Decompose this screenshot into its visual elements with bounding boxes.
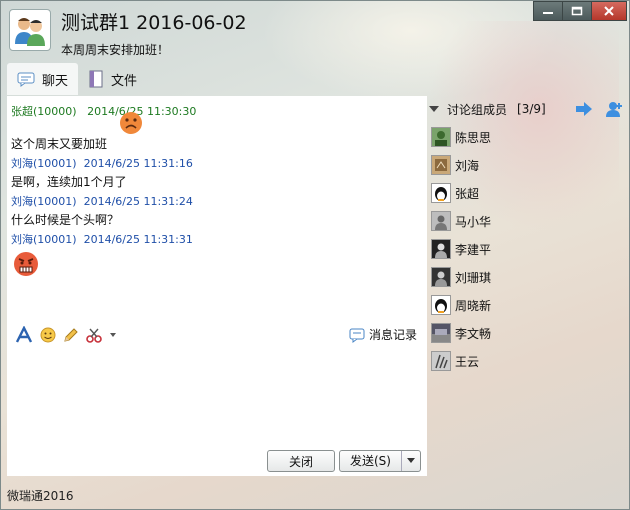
- avatar: [431, 351, 451, 371]
- message-sender: 刘海(10001): [11, 233, 77, 246]
- avatar: [431, 211, 451, 231]
- status-bar-app-name: 微瑞通2016: [7, 489, 74, 503]
- group-people-icon: [15, 18, 45, 46]
- angry-face-icon: [14, 252, 38, 276]
- chat-panel: 张超(10000) 2014/6/25 11:30:30 这个周末又要加班 刘海…: [7, 96, 427, 476]
- member-item[interactable]: 李建平: [431, 235, 491, 263]
- add-member-icon[interactable]: [605, 101, 623, 117]
- message-time: 2014/6/25 11:31:31: [83, 233, 193, 246]
- message-header: 刘海(10001) 2014/6/25 11:31:16: [11, 154, 423, 173]
- message-history[interactable]: 张超(10000) 2014/6/25 11:30:30 这个周末又要加班 刘海…: [11, 102, 423, 302]
- message-time: 2014/6/25 11:31:16: [83, 157, 193, 170]
- tab-files[interactable]: 文件: [78, 63, 147, 95]
- avatar: [431, 239, 451, 259]
- avatar-image: [435, 159, 447, 171]
- avatar-image: [435, 243, 447, 258]
- action-buttons: 关闭 发送(S): [267, 450, 421, 472]
- members-heading: 讨论组成员: [447, 102, 508, 117]
- message-sender: 张超(10000): [11, 105, 77, 118]
- member-item[interactable]: 马小华: [431, 207, 491, 235]
- avatar-image: [435, 215, 447, 230]
- pencil-icon[interactable]: [63, 327, 79, 343]
- font-icon[interactable]: [15, 326, 33, 344]
- member-name: 陈思思: [455, 130, 492, 145]
- member-name: 刘海: [455, 158, 480, 173]
- tab-chat[interactable]: 聊天: [7, 63, 79, 95]
- message-history-label: 消息记录: [368, 328, 417, 342]
- member-item[interactable]: 李文畅: [431, 319, 491, 347]
- member-name: 周晓新: [455, 298, 492, 313]
- member-item[interactable]: 刘珊琪: [431, 263, 491, 291]
- member-name: 马小华: [455, 214, 492, 229]
- member-name: 王云: [455, 354, 480, 369]
- message-time: 2014/6/25 11:31:24: [83, 195, 193, 208]
- chevron-down-icon[interactable]: [109, 331, 117, 339]
- avatar: [431, 127, 451, 147]
- window-controls: [533, 1, 627, 21]
- avatar: [431, 295, 451, 315]
- group-avatar[interactable]: [9, 9, 51, 51]
- member-name: 张超: [455, 186, 480, 201]
- collapse-arrow-icon[interactable]: [429, 105, 439, 113]
- member-item[interactable]: 陈思思: [431, 123, 491, 151]
- member-name: 李建平: [455, 242, 492, 257]
- message-text: 这个周末又要加班: [11, 137, 108, 151]
- send-options-dropdown[interactable]: [402, 458, 420, 464]
- member-item[interactable]: 王云: [431, 347, 491, 375]
- message-sender: 刘海(10001): [11, 157, 77, 170]
- maximize-button[interactable]: [562, 1, 592, 21]
- chat-icon: [17, 72, 35, 87]
- member-list: 陈思思 刘海 张超 马小华 李建平 刘珊琪 周晓新 李文畅 王云: [431, 123, 491, 375]
- scissors-icon[interactable]: [86, 327, 102, 343]
- group-announcement: 本周周末安排加班！: [61, 43, 170, 57]
- avatar: [431, 155, 451, 175]
- chevron-down-icon: [407, 458, 415, 463]
- minimize-icon: [543, 12, 553, 14]
- message-header: 刘海(10001) 2014/6/25 11:31:31: [11, 230, 423, 249]
- tab-bar: 聊天 文件: [7, 63, 147, 95]
- chat-window: 测试群1 2016-06-02 本周周末安排加班！ 聊天 文件 张超(10000…: [0, 0, 630, 510]
- avatar: [431, 267, 451, 287]
- penguin-icon: [435, 187, 447, 201]
- tab-chat-label: 聊天: [42, 73, 69, 89]
- member-item[interactable]: 刘海: [431, 151, 491, 179]
- message-history-button[interactable]: 消息记录: [349, 326, 417, 343]
- members-header: 讨论组成员 [3/9]: [429, 97, 627, 121]
- avatar-image: [435, 131, 447, 146]
- close-button[interactable]: 关闭: [267, 450, 335, 472]
- background-haze: [261, 1, 561, 101]
- share-arrow-icon[interactable]: [575, 101, 593, 117]
- member-item[interactable]: 周晓新: [431, 291, 491, 319]
- member-item[interactable]: 张超: [431, 179, 491, 207]
- message-text: 是啊，连续加1个月了: [11, 175, 127, 189]
- window-title: 测试群1 2016-06-02: [61, 12, 247, 34]
- close-window-button[interactable]: [591, 1, 627, 21]
- message-sender: 刘海(10001): [11, 195, 77, 208]
- message-text: 什么时候是个头啊？: [11, 213, 120, 227]
- sad-face-icon: [120, 112, 142, 134]
- minimize-button[interactable]: [533, 1, 563, 21]
- penguin-icon: [435, 299, 447, 313]
- close-icon: [604, 6, 614, 16]
- avatar: [431, 323, 451, 343]
- maximize-icon: [571, 6, 583, 16]
- member-name: 刘珊琪: [455, 270, 492, 285]
- avatar-image: [435, 354, 448, 369]
- message-header: 刘海(10001) 2014/6/25 11:31:24: [11, 192, 423, 211]
- tab-files-label: 文件: [111, 73, 138, 89]
- message-emoji: [11, 249, 423, 276]
- avatar-image: [435, 271, 447, 286]
- members-count: [3/9]: [517, 102, 546, 116]
- avatar-image: [432, 329, 450, 342]
- message-header: 张超(10000) 2014/6/25 11:30:30: [11, 102, 423, 121]
- file-icon: [89, 70, 103, 88]
- emoji-icon[interactable]: [40, 327, 56, 343]
- send-button-label: 发送(S): [340, 451, 402, 471]
- history-icon: [349, 328, 365, 343]
- member-name: 李文畅: [455, 326, 492, 341]
- send-button[interactable]: 发送(S): [339, 450, 421, 472]
- avatar: [431, 183, 451, 203]
